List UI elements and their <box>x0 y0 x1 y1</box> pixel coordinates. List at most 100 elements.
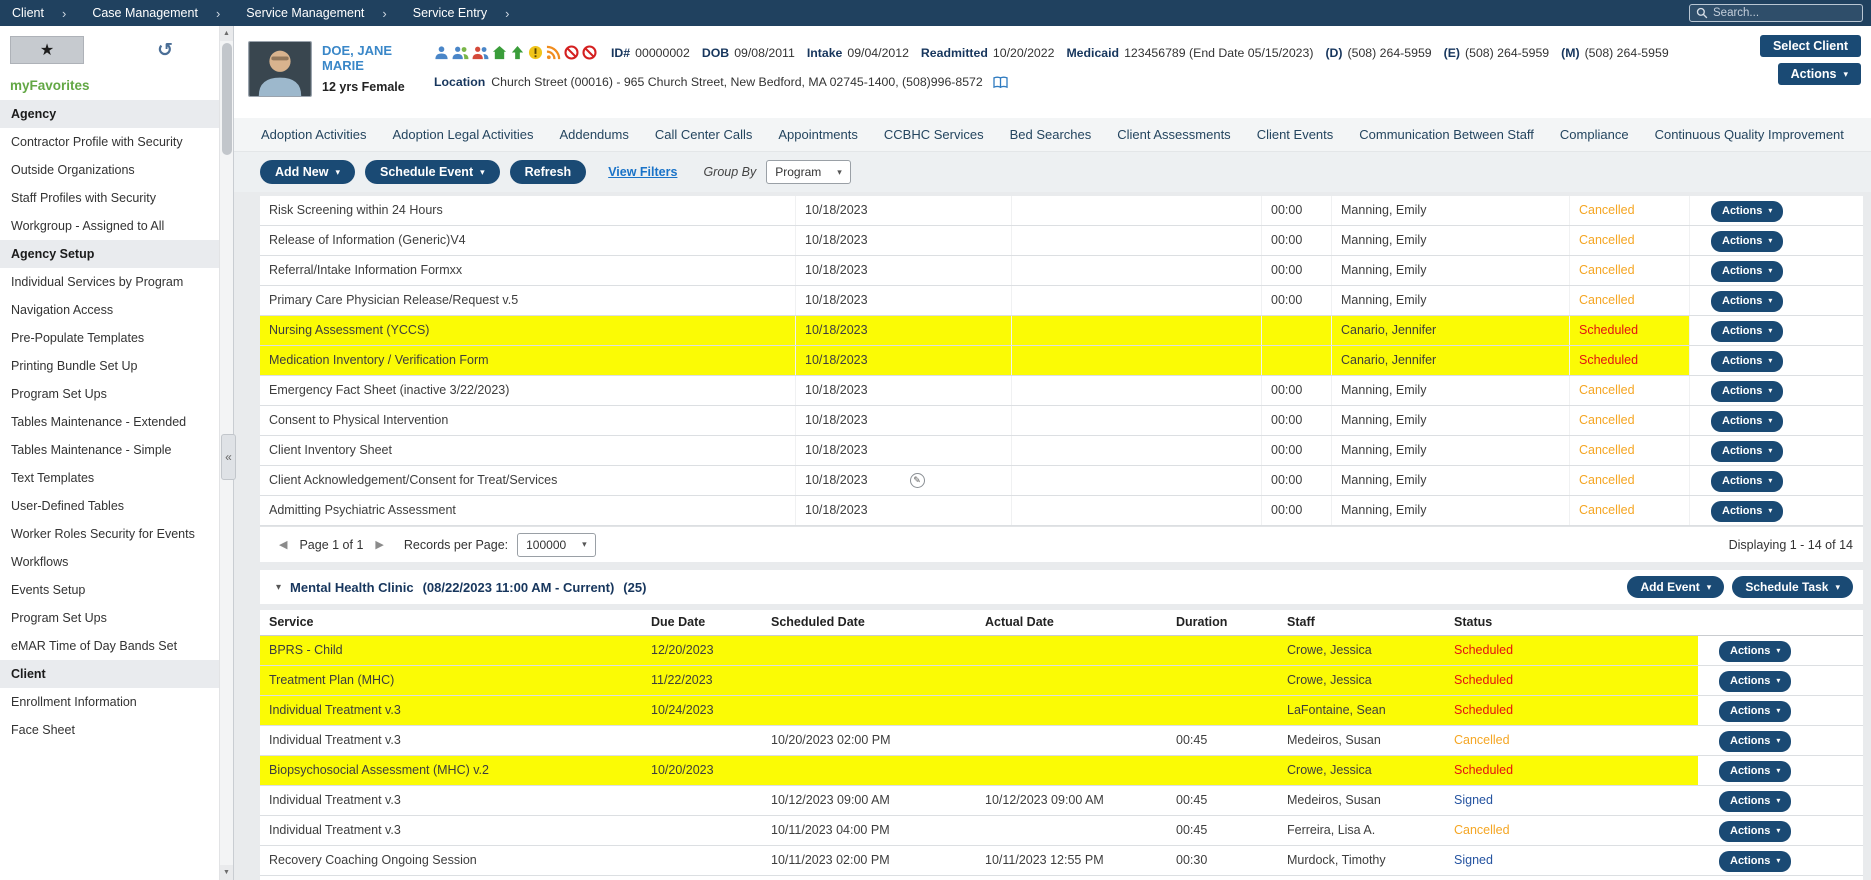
sidebar-item[interactable]: Program Set Ups <box>0 604 219 632</box>
sidebar-item[interactable]: Workgroup - Assigned to All <box>0 212 219 240</box>
module-tab[interactable]: Continuous Quality Improvement <box>1642 127 1857 142</box>
client-actions-button[interactable]: Actions ▾ <box>1777 63 1861 85</box>
address-book-icon[interactable] <box>993 76 1008 89</box>
event-row[interactable]: Admitting Psychiatric Assessment 10/18/2… <box>260 496 1863 526</box>
event-row[interactable]: Treatment Plan (MHC) 11/22/2023 Crowe, J… <box>260 666 1863 696</box>
row-actions-button[interactable]: Actions ▾ <box>1719 700 1792 722</box>
schedule-task-button[interactable]: Schedule Task ▾ <box>1732 576 1853 598</box>
sidebar-item[interactable]: Navigation Access <box>0 296 219 324</box>
event-row[interactable]: Release of Information (Generic)V4 10/18… <box>260 226 1863 256</box>
history-icon[interactable]: ↺ <box>157 41 173 60</box>
row-actions-button[interactable]: Actions ▾ <box>1711 230 1784 252</box>
row-actions-button[interactable]: Actions ▾ <box>1711 350 1784 372</box>
sidebar-item[interactable]: Events Setup <box>0 576 219 604</box>
sidebar-item[interactable]: Workflows <box>0 548 219 576</box>
row-actions-button[interactable]: Actions ▾ <box>1711 410 1784 432</box>
event-row[interactable]: Risk Screening within 24 Hours 10/18/202… <box>260 196 1863 226</box>
group-collapse-icon[interactable]: ▾ <box>276 582 281 593</box>
sidebar-item[interactable]: Staff Profiles with Security <box>0 184 219 212</box>
row-actions-button[interactable]: Actions ▾ <box>1719 820 1792 842</box>
records-per-page-select[interactable]: 100000 ▾ <box>517 532 596 557</box>
row-actions-button[interactable]: Actions ▾ <box>1711 260 1784 282</box>
event-row[interactable]: Individual Treatment v.3 10/24/2023 LaFo… <box>260 696 1863 726</box>
refresh-button[interactable]: Refresh <box>509 160 587 184</box>
restriction-icon-2[interactable] <box>582 45 597 60</box>
event-row[interactable]: Individual Treatment v.3 10/20/2023 02:0… <box>260 726 1863 756</box>
module-tab[interactable]: Client Events <box>1244 127 1347 142</box>
client-groups-icon[interactable] <box>452 45 469 60</box>
scrollbar-up-button[interactable]: ▲ <box>220 26 233 41</box>
top-menu-item[interactable]: Service Entry › <box>407 6 516 21</box>
row-actions-button[interactable]: Actions ▾ <box>1711 470 1784 492</box>
row-actions-button[interactable]: Actions ▾ <box>1719 730 1792 752</box>
sidebar-item[interactable]: eMAR Time of Day Bands Set <box>0 632 219 660</box>
row-actions-button[interactable]: Actions ▾ <box>1719 850 1792 872</box>
global-search-box[interactable] <box>1689 4 1863 22</box>
sidebar-item[interactable]: Printing Bundle Set Up <box>0 352 219 380</box>
top-menu-item[interactable]: Client › <box>6 6 72 21</box>
client-profile-icon[interactable] <box>434 45 449 60</box>
sidebar-item[interactable]: Agency Setup <box>0 240 219 268</box>
top-menu-item[interactable]: Case Management › <box>86 6 226 21</box>
client-photo[interactable] <box>248 41 312 97</box>
alerts-icon[interactable] <box>528 45 543 60</box>
scrollbar-down-button[interactable]: ▼ <box>220 865 233 880</box>
top-menu-item[interactable]: Service Management › <box>240 6 392 21</box>
row-actions-button[interactable]: Actions ▾ <box>1719 790 1792 812</box>
module-tab[interactable]: Compliance <box>1547 127 1642 142</box>
module-tab[interactable]: Call Center Calls <box>642 127 766 142</box>
sidebar-item[interactable]: Client <box>0 660 219 688</box>
row-actions-button[interactable]: Actions ▾ <box>1711 320 1784 342</box>
row-actions-button[interactable]: Actions ▾ <box>1719 670 1792 692</box>
sidebar-item[interactable]: Enrollment Information <box>0 688 219 716</box>
event-row[interactable]: Client Acknowledgement/Consent for Treat… <box>260 466 1863 496</box>
module-tab[interactable]: Communication Between Staff <box>1346 127 1547 142</box>
module-tab[interactable]: Bed Searches <box>997 127 1105 142</box>
event-row[interactable]: Consent to Physical Intervention 10/18/2… <box>260 406 1863 436</box>
family-members-icon[interactable] <box>472 45 489 60</box>
sidebar-collapse-button[interactable]: « <box>221 434 236 480</box>
event-row[interactable]: Individual Treatment v.3 10/11/2023 04:0… <box>260 816 1863 846</box>
event-row[interactable]: Primary Care Physician Release/Request v… <box>260 286 1863 316</box>
sidebar-item[interactable]: Program Set Ups <box>0 380 219 408</box>
sidebar-item[interactable]: Pre-Populate Templates <box>0 324 219 352</box>
event-row[interactable]: Individual Treatment v.3 10/12/2023 09:0… <box>260 786 1863 816</box>
module-tab[interactable]: Addendums <box>546 127 641 142</box>
schedule-event-button[interactable]: Schedule Event ▾ <box>365 160 500 184</box>
sidebar-item[interactable]: Face Sheet <box>0 716 219 744</box>
module-tab[interactable]: Adoption Activities <box>248 127 380 142</box>
row-actions-button[interactable]: Actions ▾ <box>1719 760 1792 782</box>
sidebar-item[interactable]: Individual Services by Program <box>0 268 219 296</box>
event-row[interactable]: Referral/Intake Information Formxx 10/18… <box>260 256 1863 286</box>
add-new-button[interactable]: Add New ▾ <box>260 160 356 184</box>
module-tab[interactable]: Appointments <box>765 127 871 142</box>
event-row[interactable]: Recovery Coaching Ongoing Session 10/11/… <box>260 846 1863 876</box>
module-tab[interactable]: Client Assessments <box>1104 127 1243 142</box>
event-row[interactable]: Biopsychosocial Assessment (MHC) v.2 10/… <box>260 756 1863 786</box>
event-row[interactable]: BPRS - Child 12/20/2023 Crowe, Jessica S… <box>260 636 1863 666</box>
sidebar-item[interactable]: Worker Roles Security for Events <box>0 520 219 548</box>
event-row[interactable]: Medication Inventory / Verification Form… <box>260 346 1863 376</box>
row-actions-button[interactable]: Actions ▾ <box>1711 290 1784 312</box>
sidebar-item[interactable]: User-Defined Tables <box>0 492 219 520</box>
event-row[interactable]: Client Inventory Sheet 10/18/2023✎ 00:00… <box>260 436 1863 466</box>
group-by-select[interactable]: Program ▾ <box>766 160 851 184</box>
program-enrollment-icon[interactable] <box>510 45 525 60</box>
row-actions-button[interactable]: Actions ▾ <box>1719 640 1792 662</box>
sidebar-item[interactable]: Agency <box>0 100 219 128</box>
prev-page-button[interactable]: ◀ <box>276 538 290 551</box>
select-client-button[interactable]: Select Client <box>1759 35 1861 57</box>
search-input[interactable] <box>1713 7 1856 19</box>
event-row[interactable]: Emergency Fact Sheet (inactive 3/22/2023… <box>260 376 1863 406</box>
module-tab[interactable]: CCBHC Services <box>871 127 997 142</box>
residence-icon[interactable] <box>492 45 507 60</box>
sidebar-item[interactable]: Tables Maintenance - Extended <box>0 408 219 436</box>
sidebar-item[interactable]: Tables Maintenance - Simple <box>0 436 219 464</box>
sidebar-item[interactable]: Text Templates <box>0 464 219 492</box>
event-row[interactable]: Telephone Contact V2 10/11/2023 12:41 PM… <box>260 876 1863 880</box>
row-actions-button[interactable]: Actions ▾ <box>1711 380 1784 402</box>
next-page-button[interactable]: ▶ <box>372 538 386 551</box>
view-filters-link[interactable]: View Filters <box>608 165 677 179</box>
restriction-icon[interactable] <box>564 45 579 60</box>
sidebar-item[interactable]: Outside Organizations <box>0 156 219 184</box>
